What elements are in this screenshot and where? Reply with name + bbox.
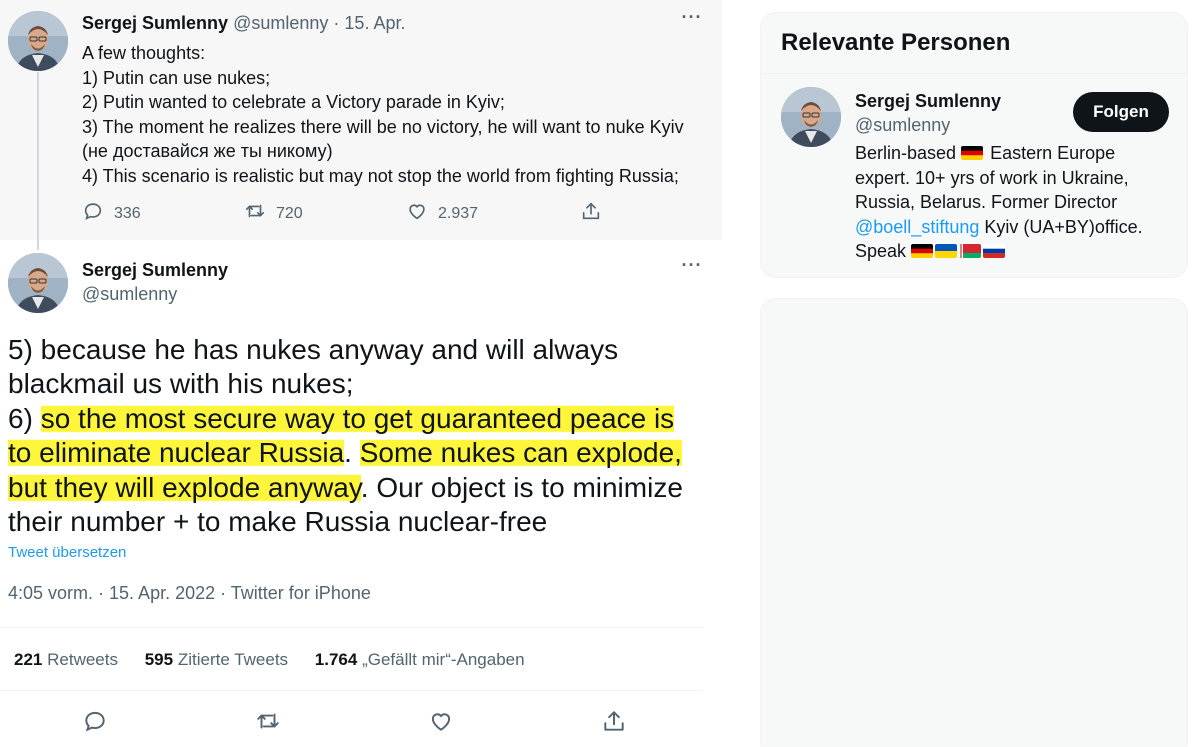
text-plain: . Our object is to minimize bbox=[360, 471, 683, 503]
germany-flag-icon bbox=[961, 146, 984, 160]
germany-flag-icon bbox=[911, 244, 934, 259]
retweet-button[interactable]: 720 bbox=[244, 200, 303, 227]
tweet-line: 4) This scenario is realistic but may no… bbox=[82, 165, 679, 186]
highlighted-text: Some nukes can explode, bbox=[359, 437, 682, 469]
likes-label: „Gefällt mir“-Angaben bbox=[362, 650, 525, 669]
share-icon[interactable] bbox=[601, 708, 627, 734]
reply-icon[interactable] bbox=[82, 708, 108, 734]
retweet-count: 720 bbox=[276, 204, 303, 222]
highlighted-text: to eliminate nuclear Russia bbox=[8, 437, 345, 469]
tweet-line: 2) Putin wanted to celebrate a Victory p… bbox=[82, 92, 505, 113]
author-name[interactable]: Sergej Sumlenny bbox=[82, 13, 228, 33]
text-plain: . bbox=[344, 437, 360, 469]
avatar[interactable] bbox=[8, 253, 68, 313]
belarus-flag-icon bbox=[959, 244, 982, 259]
bio-line: @boell_stiftung Kyiv (UA+BY)office. bbox=[855, 215, 1175, 240]
reply-count: 336 bbox=[114, 204, 141, 222]
tweet-line: 3) The moment he realizes there will be … bbox=[82, 116, 684, 137]
likes-number: 1.764 bbox=[314, 650, 358, 669]
parent-tweet-text: A few thoughts: 1) Putin can use nukes; … bbox=[82, 41, 684, 189]
tweet-stats: 221 Retweets 595 Zitierte Tweets 1.764 „… bbox=[14, 650, 547, 670]
retweet-icon bbox=[244, 200, 266, 227]
author-handle[interactable]: @sumlenny bbox=[82, 284, 177, 305]
more-options-icon[interactable]: ··· bbox=[680, 256, 704, 284]
likes-stat[interactable]: 1.764 „Gefällt mir“-Angaben bbox=[315, 650, 525, 669]
tweet-line: but they will explode anyway. Our object… bbox=[8, 471, 708, 505]
share-button[interactable] bbox=[580, 200, 602, 227]
ukraine-flag-icon bbox=[935, 244, 958, 259]
sidebar-panel-placeholder bbox=[760, 298, 1188, 747]
author-name[interactable]: Sergej Sumlenny bbox=[82, 260, 228, 281]
heart-icon bbox=[406, 200, 428, 227]
quotes-number: 595 bbox=[144, 650, 174, 669]
like-count: 2.937 bbox=[438, 204, 479, 222]
main-column: Sergej Sumlenny @sumlenny · 15. Apr. ···… bbox=[0, 0, 722, 747]
like-button[interactable]: 2.937 bbox=[406, 200, 478, 227]
mention-link[interactable]: @boell_stiftung bbox=[855, 217, 979, 237]
text-plain: 6) bbox=[8, 402, 41, 434]
tweet-line: A few thoughts: bbox=[82, 43, 206, 63]
bio-text: Kyiv (UA+BY)office. bbox=[979, 216, 1143, 237]
parent-tweet-header: Sergej Sumlenny @sumlenny · 15. Apr. bbox=[82, 13, 405, 34]
translate-tweet-link[interactable]: Tweet übersetzen bbox=[8, 544, 126, 561]
separator: · bbox=[333, 13, 340, 33]
bio-text: Eastern Europe bbox=[990, 143, 1116, 163]
person-handle[interactable]: @sumlenny bbox=[855, 115, 950, 136]
thread-line bbox=[37, 72, 39, 250]
author-handle[interactable]: @sumlenny bbox=[233, 13, 328, 33]
divider bbox=[761, 73, 1187, 74]
avatar[interactable] bbox=[781, 87, 841, 147]
person-bio: Berlin-based Eastern Europe expert. 10+ … bbox=[855, 141, 1175, 264]
russia-flag-icon bbox=[983, 244, 1006, 259]
divider bbox=[0, 627, 702, 628]
card-title: Relevante Personen bbox=[781, 29, 1011, 56]
main-tweet-text: 5) because he has nukes anyway and will … bbox=[8, 333, 708, 539]
reply-icon bbox=[82, 200, 104, 227]
relevant-people-card: Relevante Personen Sergej Sumlenny @suml… bbox=[760, 12, 1188, 278]
person-name[interactable]: Sergej Sumlenny bbox=[855, 91, 1001, 112]
highlighted-text: so the most secure way to get guaranteed… bbox=[40, 402, 675, 434]
tweet-timestamp[interactable]: 4:05 vorm. · 15. Apr. 2022 · Twitter for… bbox=[8, 583, 371, 604]
retweet-icon[interactable] bbox=[255, 708, 281, 734]
tweet-line: blackmail us with his nukes; bbox=[8, 368, 354, 400]
highlighted-text: but they will explode anyway bbox=[8, 471, 361, 503]
tweet-line: 1) Putin can use nukes; bbox=[82, 67, 271, 88]
more-options-icon[interactable]: ··· bbox=[680, 8, 704, 36]
avatar[interactable] bbox=[8, 11, 68, 71]
bio-text: Speak bbox=[855, 241, 907, 262]
heart-icon[interactable] bbox=[428, 708, 454, 734]
bio-line: Speak bbox=[855, 239, 1175, 264]
tweet-date[interactable]: 15. Apr. bbox=[344, 13, 405, 33]
tweet-line: (не доставайся же ты никому) bbox=[82, 141, 333, 162]
tweet-line: their number + to make Russia nuclear-fr… bbox=[8, 506, 548, 538]
divider bbox=[0, 690, 702, 691]
tweet-line: 6) so the most secure way to get guarant… bbox=[8, 402, 708, 436]
retweets-number: 221 bbox=[14, 650, 43, 669]
bio-text: Berlin-based bbox=[855, 143, 957, 163]
tweet-line: to eliminate nuclear Russia. Some nukes … bbox=[8, 436, 708, 470]
bio-line: Berlin-based Eastern Europe bbox=[855, 141, 1175, 166]
reply-button[interactable]: 336 bbox=[82, 200, 141, 227]
bio-line: expert. 10+ yrs of work in Ukraine, bbox=[855, 167, 1129, 188]
share-icon bbox=[580, 200, 602, 227]
quotes-label: Zitierte Tweets bbox=[177, 650, 289, 669]
quotes-stat[interactable]: 595 Zitierte Tweets bbox=[145, 650, 288, 669]
tweet-line: 5) because he has nukes anyway and will … bbox=[8, 334, 619, 365]
main-tweet-actions bbox=[0, 708, 702, 736]
follow-button[interactable]: Folgen bbox=[1073, 92, 1169, 132]
retweets-label: Retweets bbox=[47, 650, 118, 669]
retweets-stat[interactable]: 221 Retweets bbox=[14, 650, 118, 669]
bio-line: Russia, Belarus. Former Director bbox=[855, 192, 1118, 213]
